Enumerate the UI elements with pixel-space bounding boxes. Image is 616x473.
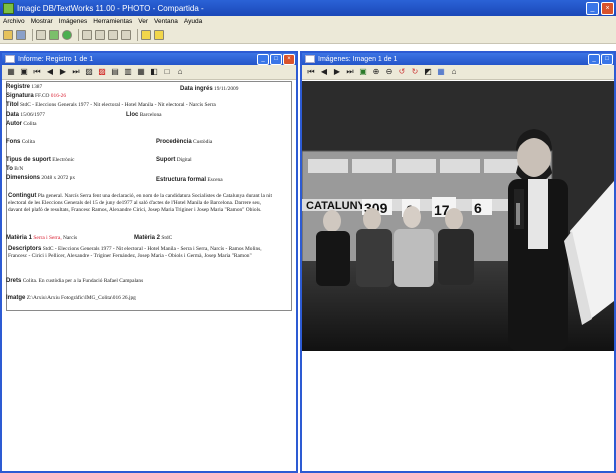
brightness-icon[interactable]: ◩ [422,67,434,78]
fit-image-icon[interactable]: ▣ [357,67,369,78]
sort-icon[interactable]: ▤ [109,67,121,78]
delete-icon[interactable]: ▨ [96,67,108,78]
app-title-bar: Imagic DB/TextWorks 11.00 - PHOTO - Comp… [0,0,616,16]
next-image-icon[interactable]: ▶ [331,67,343,78]
globe-icon[interactable] [62,30,72,40]
field-lloc: Lloc Barcelona [126,112,162,118]
image-restore-button[interactable]: □ [601,53,613,65]
zoom-in-icon[interactable]: ⊕ [370,67,382,78]
report-window-title: Informe: Registro 1 de 1 [18,55,94,63]
window-icon [305,55,315,63]
home-icon[interactable]: ⌂ [174,67,186,78]
grid-icon[interactable]: ▦ [435,67,447,78]
image-icon[interactable] [95,30,105,40]
field-autor: Autor Colita [6,121,37,127]
menu-ver[interactable]: Ver [135,18,151,25]
next-record-icon[interactable]: ▶ [57,67,69,78]
last-image-icon[interactable]: ⏭ [344,67,356,78]
open-icon[interactable] [3,30,13,40]
field-procedencia: Procedència Custòdia [156,139,213,145]
home-icon[interactable]: ⌂ [448,67,460,78]
image-view-icon[interactable]: ◧ [148,67,160,78]
field-fons: Fons Colita [6,139,35,145]
photo-image: CATALUNYA 309 6 17 6 [302,81,614,351]
field-materia-2: Matèria 2 StdC [134,235,173,241]
report-toolbar: ▦ ▣ ⏮ ◀ ▶ ⏭ ▨ ▨ ▤ ▥ ▦ ◧ □ ⌂ [2,65,296,80]
field-data: Data 15/06/1977 [6,112,45,118]
previous-image-icon[interactable]: ◀ [318,67,330,78]
image-window-title: Imágenes: Imagen 1 de 1 [318,55,398,63]
rotate-right-icon[interactable]: ↻ [409,67,421,78]
field-registre: Registre 1387 [6,84,43,90]
field-tipus-suport: Tipus de suport Electrònic [6,157,75,163]
field-imatge: Imatge Z:\Arxiu\Arxiu Fotogràfic\IMG_Col… [6,295,136,301]
window-icon[interactable]: □ [161,67,173,78]
help-icon[interactable] [154,30,164,40]
image-window: Imágenes: Imagen 1 de 1 _ □ ⏮ ◀ ▶ ⏭ ▣ ⊕ … [300,51,616,473]
zoom-out-icon[interactable]: ⊖ [383,67,395,78]
rotate-left-icon[interactable]: ↺ [396,67,408,78]
toolbar-separator [78,29,79,41]
edit-icon[interactable]: ▨ [83,67,95,78]
close-button[interactable]: × [601,1,614,15]
field-data-ingres: Data ingrés 19/11/2009 [180,86,239,92]
field-dimensions: Dimensions 2048 x 2072 px [6,175,76,181]
report-window: Informe: Registro 1 de 1 _ □ × ▦ ▣ ⏮ ◀ ▶… [0,51,298,473]
toolbar-separator [32,29,33,41]
minimize-button[interactable]: _ [586,1,599,15]
record-content: Registre 1387 Data ingrés 19/11/2009 Sig… [2,81,304,473]
filter-icon[interactable]: ▥ [122,67,134,78]
board-text: CATALUNYA [306,200,372,212]
app-icon [3,2,14,14]
field-descriptors: Descriptors StdC - Eleccions Generals 19… [8,246,262,259]
bulb-icon[interactable] [141,30,151,40]
database-icon[interactable] [16,30,26,40]
menu-bar: Archivo Mostrar Imágenes Herramientas Ve… [0,16,616,27]
field-estructura-formal: Estructura formal Escena [156,177,223,183]
query-icon[interactable] [49,30,59,40]
menu-ayuda[interactable]: Ayuda [181,18,205,25]
last-record-icon[interactable]: ⏭ [70,67,82,78]
report-icon[interactable] [82,30,92,40]
main-toolbar [0,27,616,44]
menu-ventana[interactable]: Ventana [151,18,181,25]
form-icon[interactable] [36,30,46,40]
first-image-icon[interactable]: ⏮ [305,67,317,78]
first-record-icon[interactable]: ⏮ [31,67,43,78]
report-minimize-button[interactable]: _ [257,53,269,65]
menu-herramientas[interactable]: Herramientas [90,18,135,25]
app-title: Imagic DB/TextWorks 11.00 - PHOTO - Comp… [17,3,204,13]
report-restore-button[interactable]: □ [270,53,282,65]
field-materia-1: Matèria 1 Serra i Serra, Narcís [6,235,78,241]
field-drets: Drets Colita. En custòdia per a la Funda… [6,278,144,284]
print-icon[interactable]: ▦ [5,67,17,78]
menu-imagenes[interactable]: Imágenes [56,18,91,25]
image-toolbar: ⏮ ◀ ▶ ⏭ ▣ ⊕ ⊖ ↺ ↻ ◩ ▦ ⌂ [302,65,614,80]
settings-icon[interactable] [121,30,131,40]
menu-archivo[interactable]: Archivo [0,18,28,25]
report-window-title-bar: Informe: Registro 1 de 1 _ □ × [2,53,296,65]
print-icon[interactable] [108,30,118,40]
field-to: To B/N [6,166,24,172]
view-icon[interactable]: ▦ [135,67,147,78]
toolbar-separator [137,29,138,41]
svg-text:6: 6 [474,200,482,216]
image-minimize-button[interactable]: _ [588,53,600,65]
image-window-title-bar: Imágenes: Imagen 1 de 1 _ □ [302,53,614,65]
record-photo: CATALUNYA 309 6 17 6 [302,81,614,351]
report-close-button[interactable]: × [283,53,295,65]
field-suport: Suport Digital [156,157,192,163]
previous-record-icon[interactable]: ◀ [44,67,56,78]
save-icon[interactable]: ▣ [18,67,30,78]
window-icon [5,55,15,63]
field-signatura: Signatura FF.CO 016-26 [6,93,67,99]
field-titol: Títol StdC - Eleccions Generals 1977 - N… [6,102,216,108]
field-contingut: Contingut Pla general. Narcís Serra fent… [8,193,272,213]
menu-mostrar[interactable]: Mostrar [28,18,56,25]
